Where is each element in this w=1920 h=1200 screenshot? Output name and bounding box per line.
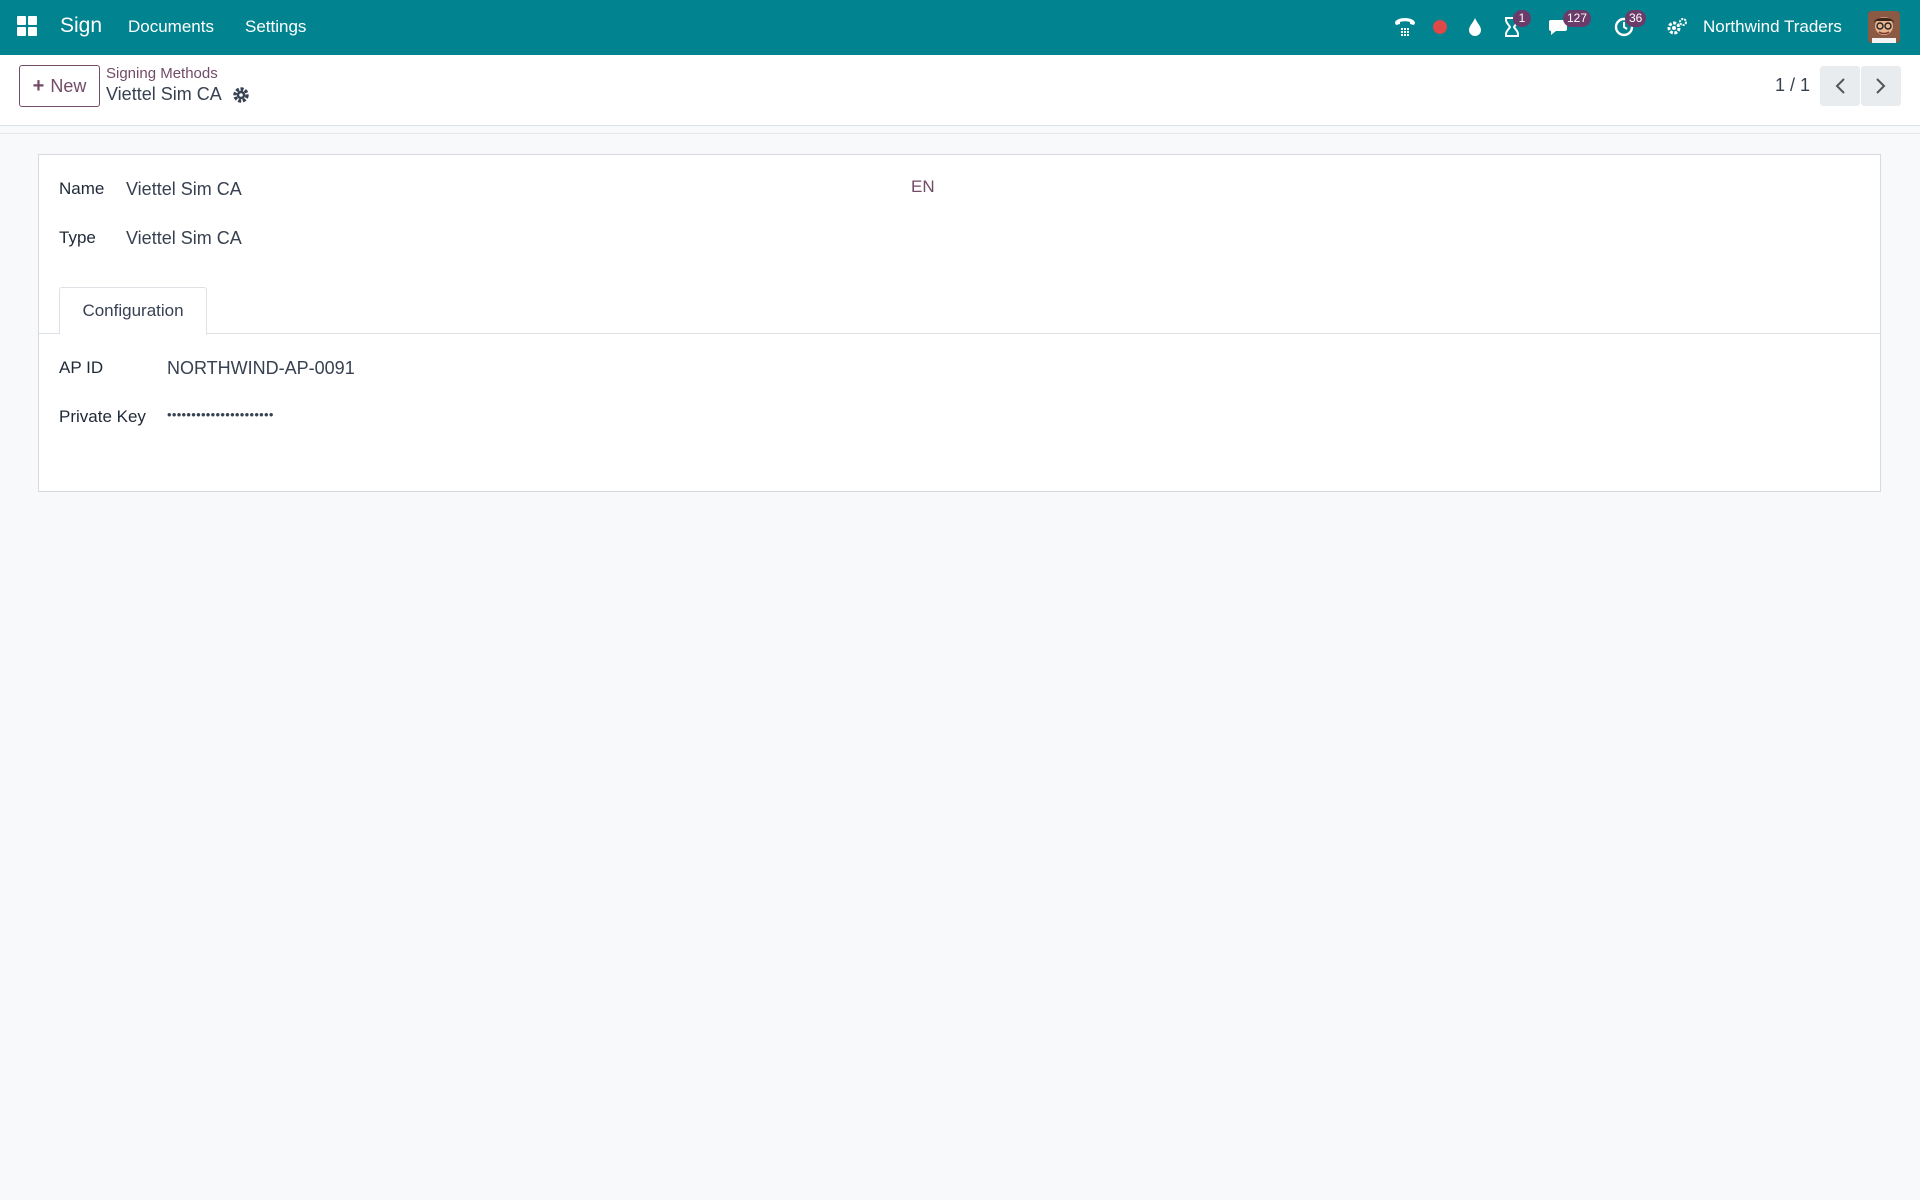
menu-settings[interactable]: Settings (245, 17, 306, 37)
chevron-left-icon (1835, 78, 1845, 94)
company-switcher[interactable]: Northwind Traders (1703, 17, 1842, 37)
type-field[interactable]: Viettel Sim CA (126, 228, 242, 249)
clock-icon[interactable]: 36 (1611, 10, 1647, 40)
activities-badge: 1 (1513, 10, 1531, 27)
private-key-label: Private Key (59, 407, 146, 426)
app-name[interactable]: Sign (60, 14, 102, 38)
clock-badge: 36 (1625, 10, 1647, 27)
drop-icon[interactable] (1462, 14, 1488, 40)
chevron-right-icon (1876, 78, 1886, 94)
activities-icon[interactable]: 1 (1499, 10, 1531, 40)
messages-icon[interactable]: 127 (1547, 10, 1592, 40)
top-navbar: Sign Documents Settings 1 127 36 Northwi… (0, 0, 1920, 55)
form-sheet: Name Viettel Sim CA EN Type Viettel Sim … (38, 154, 1881, 492)
new-button-label: New (50, 75, 87, 96)
new-button[interactable]: + New (19, 65, 100, 107)
pager-value[interactable]: 1 / 1 (1775, 75, 1810, 96)
tab-configuration[interactable]: Configuration (59, 287, 207, 335)
user-avatar[interactable] (1868, 11, 1900, 43)
divider (0, 133, 1920, 134)
settings-cogs-icon[interactable] (1664, 14, 1690, 40)
phone-icon[interactable] (1392, 14, 1418, 40)
menu-documents[interactable]: Documents (128, 17, 214, 37)
name-label: Name (59, 179, 105, 198)
apps-menu-icon[interactable] (17, 16, 38, 37)
tab-divider (39, 333, 1880, 334)
breadcrumb-signing-methods[interactable]: Signing Methods (106, 65, 218, 82)
ap-id-field[interactable]: NORTHWIND-AP-0091 (167, 358, 355, 379)
pager-previous-button[interactable] (1820, 66, 1860, 106)
private-key-field[interactable]: •••••••••••••••••••••• (167, 407, 274, 422)
language-button[interactable]: EN (911, 177, 935, 197)
gear-icon[interactable] (232, 86, 250, 104)
plus-icon: + (32, 75, 45, 97)
control-panel: + New Signing Methods Viettel Sim CA 1 /… (0, 55, 1920, 126)
name-field[interactable]: Viettel Sim CA (126, 179, 242, 200)
ap-id-label: AP ID (59, 358, 104, 377)
breadcrumb-current-record: Viettel Sim CA (106, 84, 222, 104)
pager-next-button[interactable] (1861, 66, 1901, 106)
messages-badge: 127 (1563, 10, 1592, 27)
type-label: Type (59, 228, 96, 247)
record-icon[interactable] (1427, 14, 1453, 40)
